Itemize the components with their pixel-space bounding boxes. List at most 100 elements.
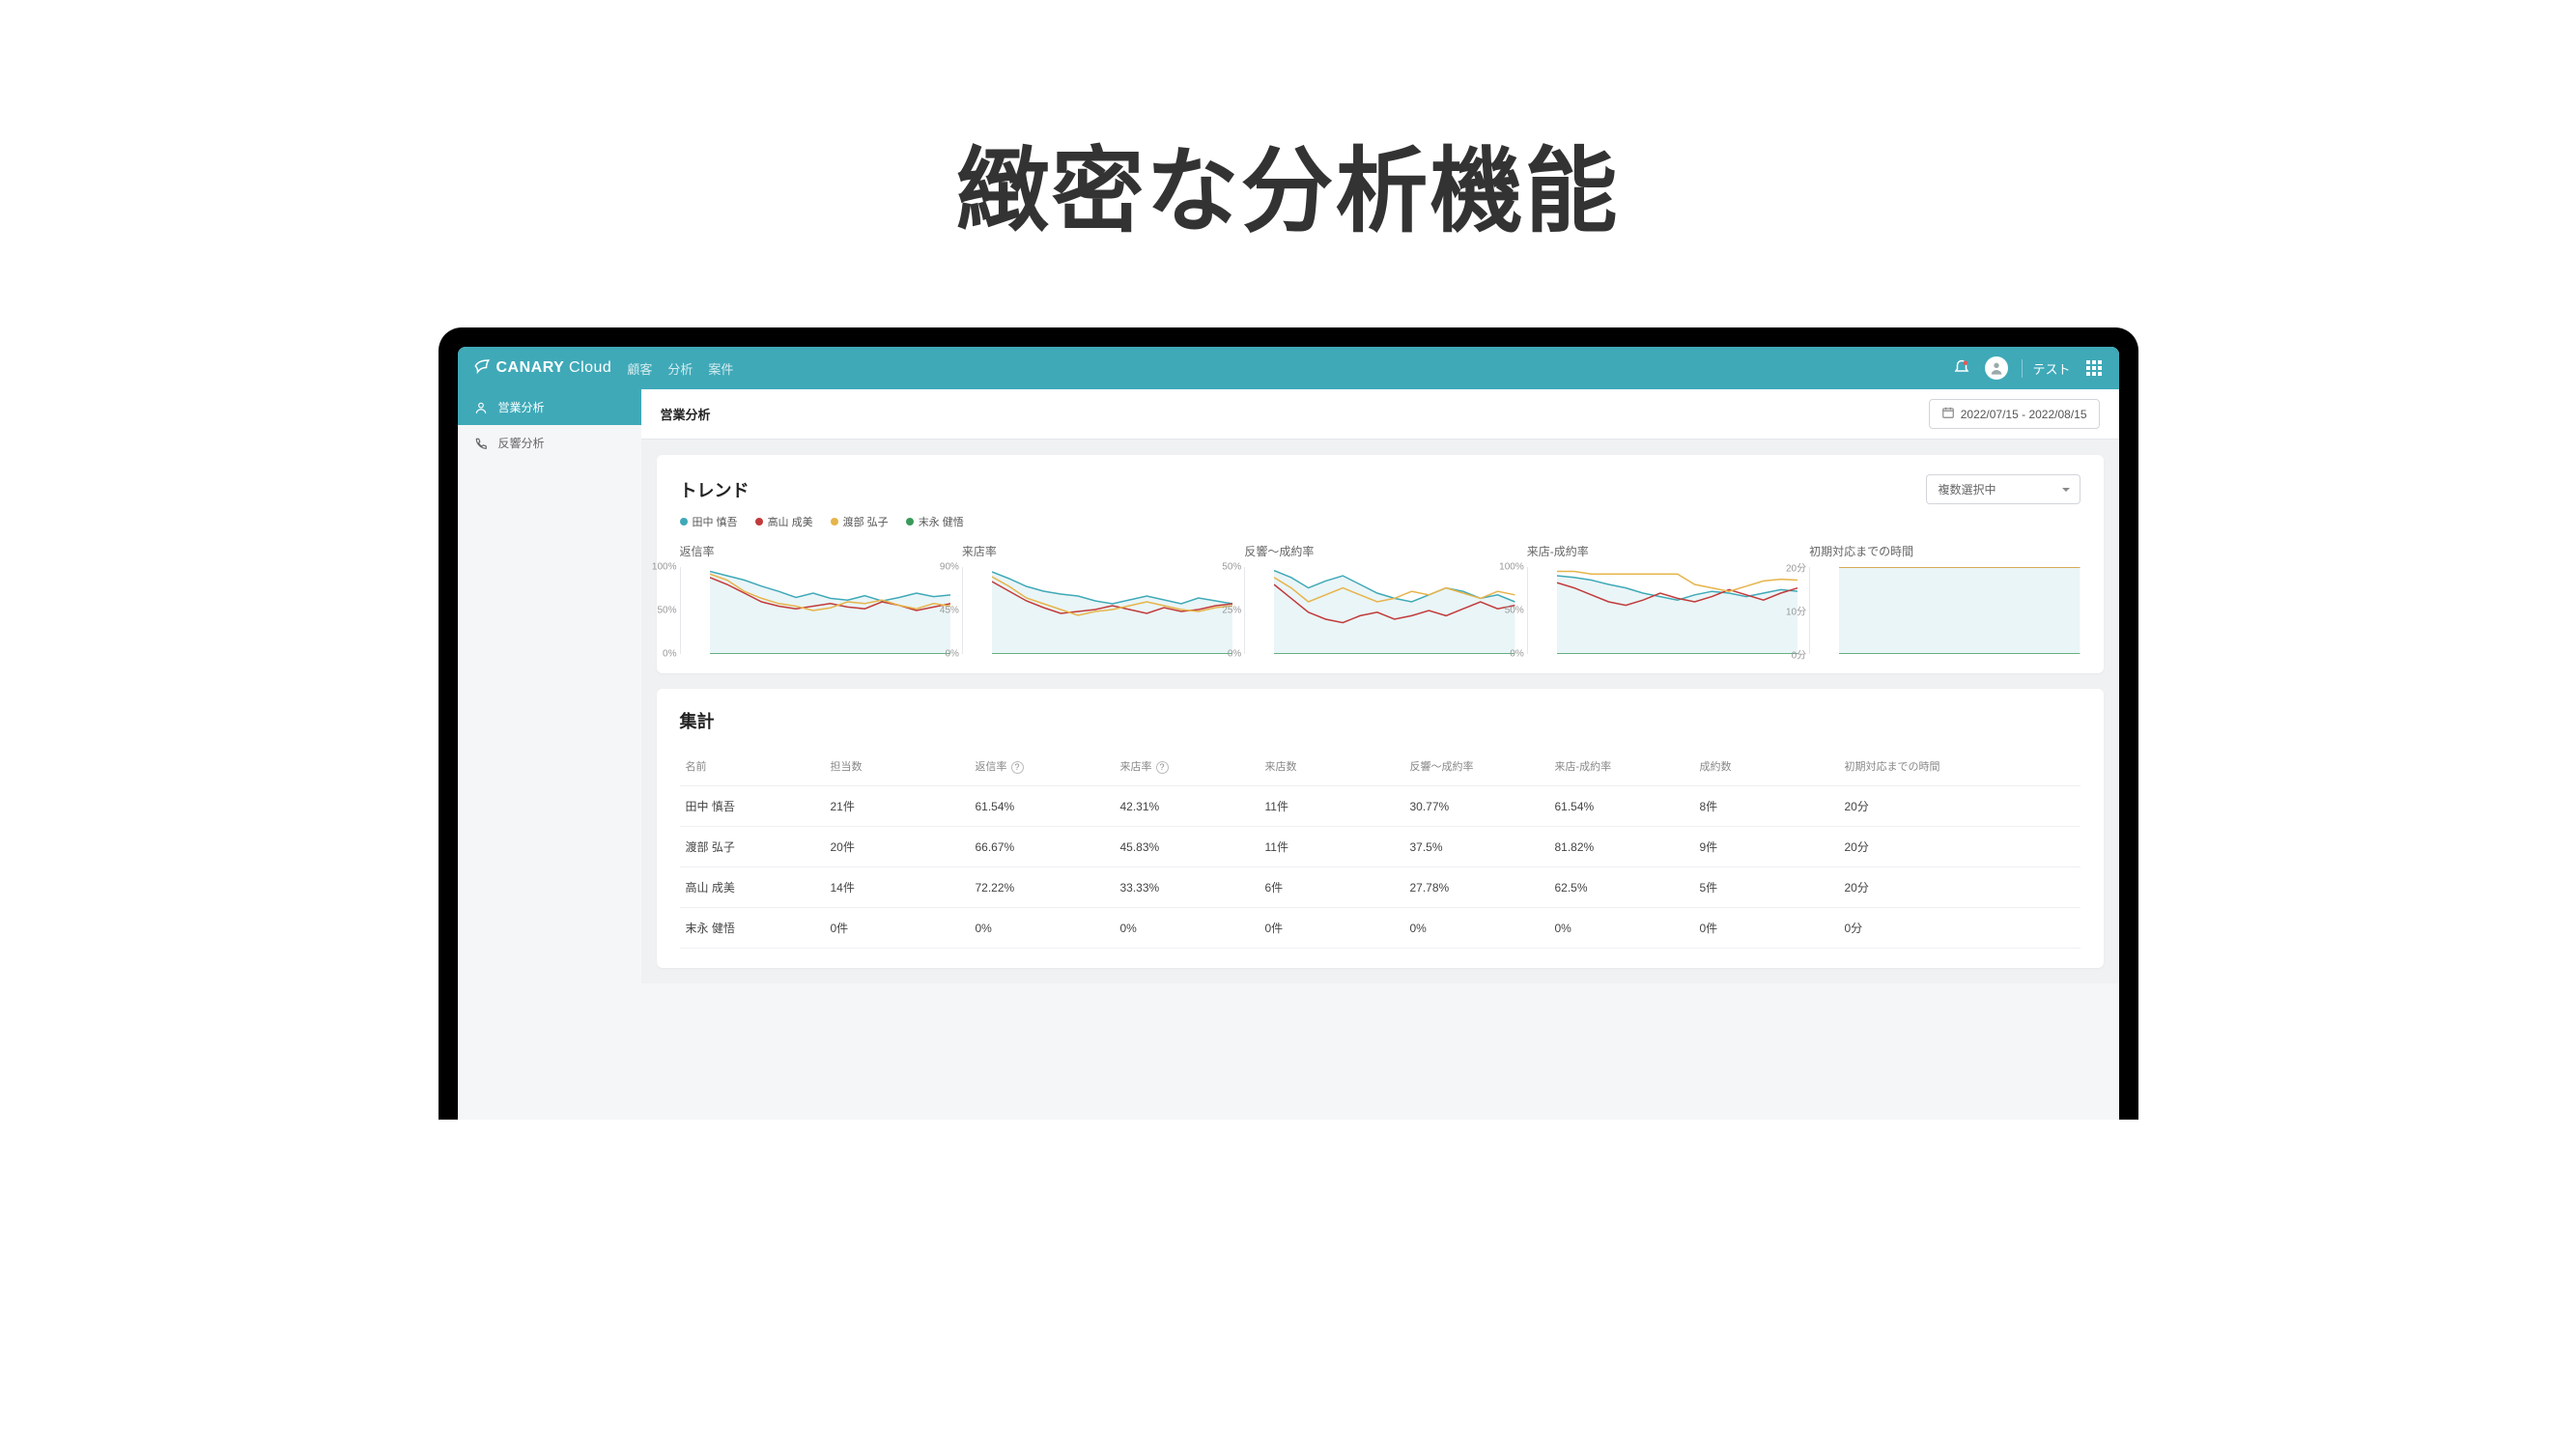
table-cell: 37.5% xyxy=(1410,840,1555,854)
trend-title: トレンド xyxy=(680,477,750,502)
avatar-icon[interactable] xyxy=(1985,356,2008,380)
y-tick-label: 0% xyxy=(1228,649,1241,660)
table-cell: 0% xyxy=(1120,922,1265,935)
table-header-cell: 来店率? xyxy=(1120,758,1265,774)
legend-label: 田中 慎吾 xyxy=(693,514,738,529)
table-cell: 20件 xyxy=(831,838,976,855)
table-cell: 81.82% xyxy=(1555,840,1700,854)
table-cell: 21件 xyxy=(831,798,976,814)
legend-dot-icon xyxy=(906,518,914,526)
table-cell: 20分 xyxy=(1845,879,1990,895)
y-tick-label: 10分 xyxy=(1786,604,1806,618)
chart-title: 反響～成約率 xyxy=(1244,543,1514,559)
table-row: 渡部 弘子20件66.67%45.83%11件37.5%81.82%9件20分 xyxy=(680,827,2081,867)
table-cell: 30.77% xyxy=(1410,800,1555,813)
table-cell: 11件 xyxy=(1265,838,1410,855)
table-cell: 9件 xyxy=(1700,838,1845,855)
table-cell: 6件 xyxy=(1265,879,1410,895)
sidebar-item-response-analysis[interactable]: 反響分析 xyxy=(458,425,641,461)
topbar: CANARY Cloud 顧客 分析 案件 テスト xyxy=(458,347,2119,389)
table-cell: 42.31% xyxy=(1120,800,1265,813)
chart-canvas: 100%50%0% xyxy=(1527,567,1798,654)
table-cell: 20分 xyxy=(1845,798,1990,814)
chart-title: 来店率 xyxy=(962,543,1232,559)
brand-name: CANARY Cloud xyxy=(496,359,612,377)
table-cell: 0件 xyxy=(1700,920,1845,936)
chart-title: 初期対応までの時間 xyxy=(1809,543,2080,559)
y-tick-label: 20分 xyxy=(1786,560,1806,575)
mini-chart: 返信率100%50%0% xyxy=(680,543,950,654)
chart-title: 来店-成約率 xyxy=(1527,543,1798,559)
table-header-cell: 反響～成約率 xyxy=(1410,758,1555,774)
y-tick-label: 0分 xyxy=(1792,647,1807,662)
row-name: 田中 慎吾 xyxy=(686,798,831,814)
table-header-cell: 名前 xyxy=(686,758,831,774)
table-cell: 0% xyxy=(1410,922,1555,935)
brand-logo[interactable]: CANARY Cloud xyxy=(473,357,612,380)
device-frame: CANARY Cloud 顧客 分析 案件 テスト xyxy=(439,327,2138,1120)
topnav-customers[interactable]: 顧客 xyxy=(627,359,652,378)
table-header-cell: 来店-成約率 xyxy=(1555,758,1700,774)
table-cell: 14件 xyxy=(831,879,976,895)
y-tick-label: 50% xyxy=(657,606,676,616)
mini-chart: 来店-成約率 100%50%0% xyxy=(1527,543,1798,654)
table-cell: 62.5% xyxy=(1555,881,1700,895)
app-screen: CANARY Cloud 顧客 分析 案件 テスト xyxy=(458,347,2119,1120)
trend-filter-dropdown[interactable]: 複数選択中 xyxy=(1926,474,2081,504)
legend-label: 渡部 弘子 xyxy=(843,514,889,529)
summary-title: 集計 xyxy=(680,708,2081,733)
user-label[interactable]: テスト xyxy=(2022,359,2070,378)
date-range-picker[interactable]: 2022/07/15 - 2022/08/15 xyxy=(1929,399,2100,429)
legend-item: 高山 成美 xyxy=(755,514,813,529)
table-cell: 20分 xyxy=(1845,838,1990,855)
table-header-cell: 成約数 xyxy=(1700,758,1845,774)
y-tick-label: 90% xyxy=(940,562,959,573)
legend-item: 末永 健悟 xyxy=(906,514,964,529)
mini-chart: 来店率 90%45%0% xyxy=(962,543,1232,654)
phone-icon xyxy=(473,436,489,451)
trend-card: トレンド 複数選択中 田中 慎吾 高山 成美 渡部 弘子 末永 健悟 返信率100%5… xyxy=(657,455,2104,673)
topnav: 顧客 分析 案件 xyxy=(627,359,733,378)
y-tick-label: 0% xyxy=(1510,649,1523,660)
chart-canvas: 100%50%0% xyxy=(680,567,950,654)
chart-canvas: 50%25%0% xyxy=(1244,567,1514,654)
table-cell: 0分 xyxy=(1845,920,1990,936)
table-header-cell: 担当数 xyxy=(831,758,976,774)
bell-icon[interactable] xyxy=(1952,358,1971,378)
row-name: 末永 健悟 xyxy=(686,920,831,936)
page-title: 営業分析 xyxy=(661,405,711,423)
table-cell: 27.78% xyxy=(1410,881,1555,895)
help-icon[interactable]: ? xyxy=(1156,761,1169,774)
chart-canvas: 90%45%0% xyxy=(962,567,1232,654)
legend-item: 田中 慎吾 xyxy=(680,514,738,529)
sidebar-item-label: 反響分析 xyxy=(498,435,545,451)
mini-chart: 反響～成約率 50%25%0% xyxy=(1244,543,1514,654)
sidebar-item-sales-analysis[interactable]: 営業分析 xyxy=(458,389,641,425)
help-icon[interactable]: ? xyxy=(1011,761,1024,774)
table-header-cell: 返信率? xyxy=(976,758,1120,774)
topnav-analysis[interactable]: 分析 xyxy=(667,359,693,378)
table-row: 高山 成美14件72.22%33.33%6件27.78%62.5%5件20分 xyxy=(680,867,2081,908)
legend-label: 高山 成美 xyxy=(768,514,813,529)
chart-canvas: 20分10分0分 xyxy=(1809,567,2080,654)
table-cell: 66.67% xyxy=(976,840,1120,854)
table-cell: 0% xyxy=(1555,922,1700,935)
trend-legend: 田中 慎吾 高山 成美 渡部 弘子 末永 健悟 xyxy=(680,514,2081,529)
table-row: 末永 健悟0件0%0%0件0%0%0件0分 xyxy=(680,908,2081,949)
summary-table: 名前担当数返信率?来店率?来店数反響～成約率来店-成約率成約数初期対応までの時間… xyxy=(680,747,2081,949)
row-name: 渡部 弘子 xyxy=(686,838,831,855)
summary-card: 集計 名前担当数返信率?来店率?来店数反響～成約率来店-成約率成約数初期対応まで… xyxy=(657,689,2104,968)
topnav-projects[interactable]: 案件 xyxy=(708,359,733,378)
apps-icon[interactable] xyxy=(2084,358,2104,378)
legend-dot-icon xyxy=(831,518,838,526)
calendar-icon xyxy=(1941,406,1955,422)
y-tick-label: 100% xyxy=(652,562,677,573)
y-tick-label: 100% xyxy=(1499,562,1524,573)
y-tick-label: 50% xyxy=(1222,562,1241,573)
legend-label: 末永 健悟 xyxy=(919,514,964,529)
table-cell: 0% xyxy=(976,922,1120,935)
table-cell: 0件 xyxy=(831,920,976,936)
main-content: 営業分析 2022/07/15 - 2022/08/15 トレンド 複数選択中 … xyxy=(641,389,2119,983)
y-tick-label: 0% xyxy=(945,649,958,660)
legend-item: 渡部 弘子 xyxy=(831,514,889,529)
